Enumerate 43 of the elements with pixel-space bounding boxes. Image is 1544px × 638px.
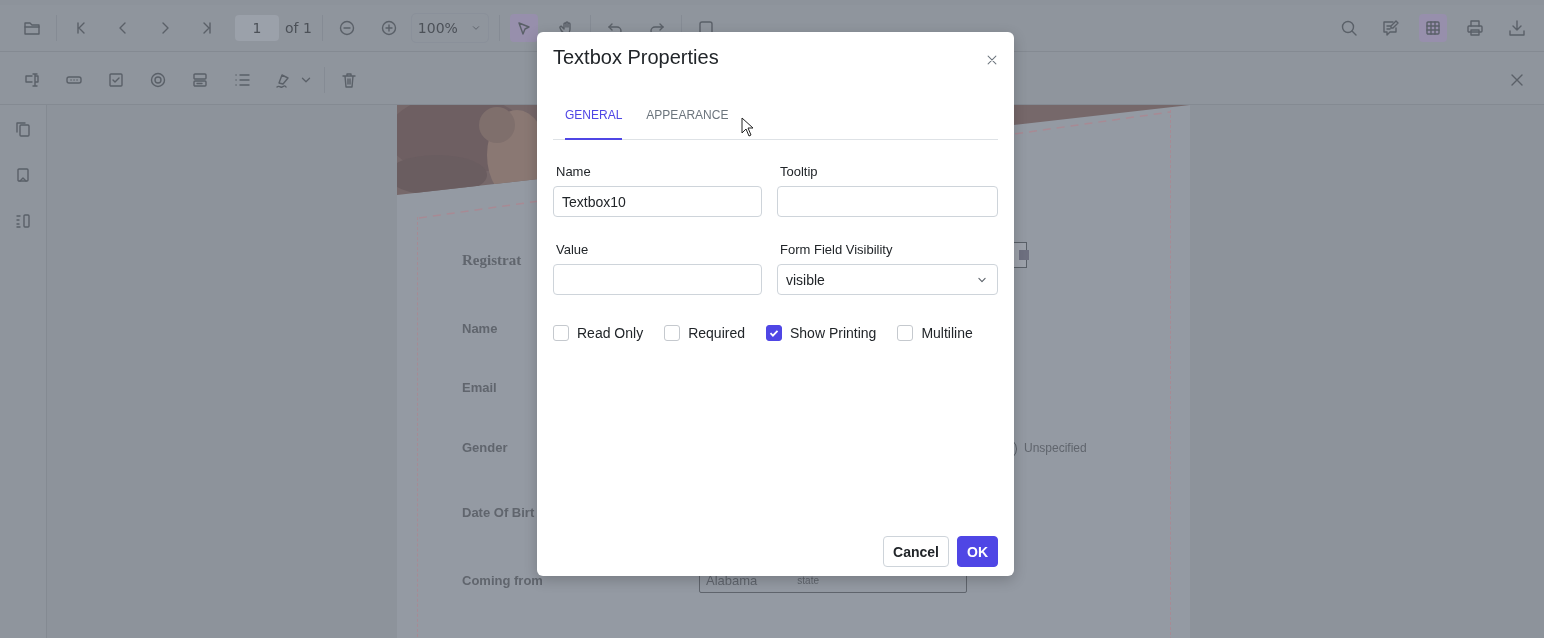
download-icon [1508,19,1526,37]
dialog-title: Textbox Properties [553,46,719,69]
text-input-field[interactable] [553,264,762,295]
ok-button[interactable]: OK [957,536,998,567]
page-number-field[interactable]: 1 [235,15,279,41]
zoom-out-icon[interactable] [337,19,356,37]
radio-button-icon[interactable] [149,70,167,89]
checkbox[interactable] [766,325,782,341]
form-fields-icon[interactable] [14,212,32,230]
printer-icon [1466,19,1484,37]
select-tool-button[interactable] [509,14,538,42]
dialog-tab[interactable]: APPEARANCE [646,107,729,140]
zoom-in-icon[interactable] [379,19,398,37]
page-count: of 1 [285,20,312,36]
text-field-icon[interactable] [23,70,41,89]
grid-button[interactable] [1419,14,1447,42]
checkbox-label: Multiline [921,325,973,341]
pages-icon[interactable] [14,120,32,138]
field-label: Tooltip [779,163,819,181]
text-input-field[interactable] [777,186,998,217]
resize-handle[interactable] [1019,250,1029,260]
text-input-field[interactable]: Textbox10 [553,186,762,217]
trash-icon[interactable] [340,70,358,89]
close-icon [985,53,999,67]
checkbox-label: Required [688,325,745,341]
field-label: Form Field Visibility [779,241,894,259]
field-label: Value [555,241,590,259]
comment-edit-icon [1382,19,1400,37]
dialog-tab[interactable]: GENERAL [565,107,623,140]
dropdown-field-icon[interactable] [191,70,209,89]
pointer-icon [516,20,531,36]
visibility-dropdown[interactable]: visible [777,264,998,295]
grid-icon [1424,19,1442,37]
checkbox-label: Read Only [577,325,644,341]
bookmark-icon[interactable] [14,166,32,184]
search-icon [1340,19,1358,37]
checkbox-icon[interactable] [107,70,125,89]
cancel-button[interactable]: Cancel [883,536,949,567]
field-label: Name [555,163,592,181]
mouse-cursor-icon [741,117,754,137]
close-button[interactable] [985,53,999,67]
checkbox-label: Show Printing [790,325,877,341]
folder-icon[interactable] [23,19,41,37]
